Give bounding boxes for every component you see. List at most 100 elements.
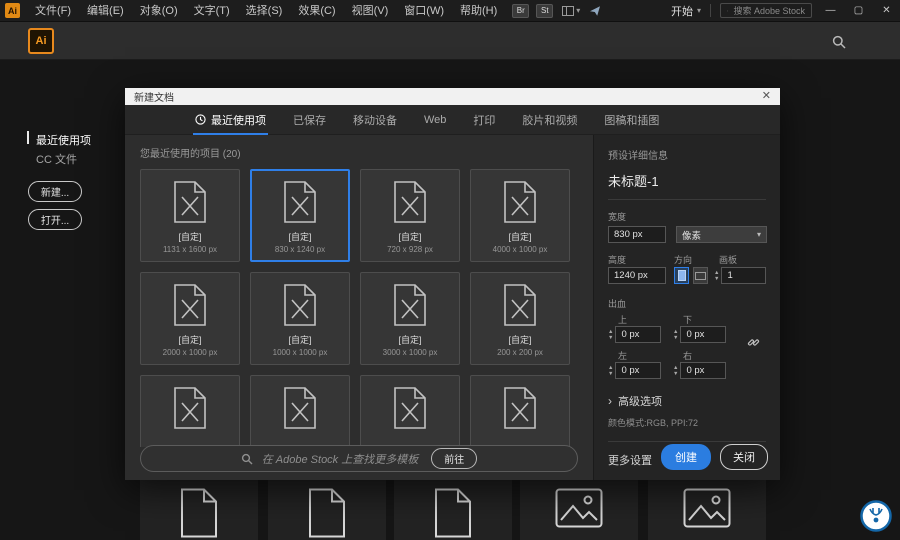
orientation-landscape-button[interactable] [693,267,708,284]
template-doc-icon [174,181,206,223]
template-card-partial[interactable] [140,375,240,447]
bleed-right-stepper[interactable]: ▲ ▼ [673,365,678,377]
new-document-dialog: 新建文档 ✕ 最近使用项 已保存 移动设备 Web 打印 胶片和视频 图稿和插图… [125,88,780,480]
artboard-stepper[interactable]: ▲ ▼ [714,270,719,282]
template-card[interactable]: [自定] 720 x 928 px [360,169,460,262]
file-icon [309,488,345,538]
menu-object[interactable]: 对象(O) [132,0,186,22]
template-card[interactable]: [自定] 3000 x 1000 px [360,272,460,365]
menu-bar: Ai 文件(F) 编辑(E) 对象(O) 文字(T) 选择(S) 效果(C) 视… [0,0,900,22]
menu-help[interactable]: 帮助(H) [452,0,505,22]
image-icon [683,488,731,528]
active-nav-indicator [27,131,29,144]
dialog-close-icon[interactable]: ✕ [762,88,771,105]
recent-file-tile[interactable] [140,480,258,540]
template-card[interactable]: [自定] 200 x 200 px [470,272,570,365]
height-input[interactable]: 1240 px [608,267,666,284]
bleed-bottom-stepper[interactable]: ▲ ▼ [673,329,678,341]
bridge-badge[interactable]: Br [512,3,530,18]
workspace-switcher-icon[interactable]: ▾ [562,5,580,16]
image-icon [555,488,603,528]
recent-file-tile[interactable] [520,480,638,540]
tab-web[interactable]: Web [424,105,446,135]
height-label: 高度 [608,255,627,265]
template-card[interactable]: [自定] 2000 x 1000 px [140,272,240,365]
open-button[interactable]: 打开... [28,209,82,230]
menu-window[interactable]: 窗口(W) [396,0,452,22]
template-name: [自定] [178,335,202,345]
orientation-portrait-button[interactable] [674,267,689,284]
template-name: [自定] [288,335,312,345]
minimize-button[interactable]: — [821,0,840,22]
close-button[interactable]: ✕ [877,0,896,22]
menu-view[interactable]: 视图(V) [344,0,397,22]
sidebar-item-cc-files[interactable]: CC 文件 [36,151,77,167]
tab-art-illustration[interactable]: 图稿和插图 [604,105,659,135]
share-icon[interactable] [589,5,601,17]
sidebar-item-recent[interactable]: 最近使用项 [36,132,91,148]
stock-search-input[interactable]: 搜索 Adobe Stock [720,3,812,18]
app-bar: Ai [0,22,900,60]
bleed-left-input[interactable]: 0 px [615,362,662,379]
file-icon [181,488,217,538]
recent-file-tile[interactable] [648,480,766,540]
preset-panel: 预设详细信息 未标题-1 宽度 830 px 像素 ▾ 高度 方向 画板 124… [593,135,780,480]
create-button[interactable]: 创建 [661,444,711,470]
tab-print[interactable]: 打印 [473,105,495,135]
bleed-left-label: 左 [618,351,628,361]
appbar-search-icon[interactable] [832,35,846,54]
preset-heading: 预设详细信息 [608,151,668,162]
stock-badge[interactable]: St [536,3,554,18]
template-size: 3000 x 1000 px [382,348,438,357]
template-card[interactable]: [自定] 1000 x 1000 px [250,272,350,365]
advanced-options-toggle[interactable]: › 高级选项 [608,393,766,409]
template-card-partial[interactable] [250,375,350,447]
file-icon [435,488,471,538]
bleed-top-input[interactable]: 0 px [615,326,662,343]
bleed-right-input[interactable]: 0 px [680,362,727,379]
menu-edit[interactable]: 编辑(E) [79,0,132,22]
template-card[interactable]: [自定] 4000 x 1000 px [470,169,570,262]
menu-select[interactable]: 选择(S) [238,0,291,22]
recent-file-tile[interactable] [268,480,386,540]
template-card[interactable]: [自定] 1131 x 1600 px [140,169,240,262]
width-input[interactable]: 830 px [608,226,666,243]
menu-effect[interactable]: 效果(C) [290,0,343,22]
bleed-right-label: 右 [683,351,693,361]
tab-mobile[interactable]: 移动设备 [353,105,397,135]
unit-select[interactable]: 像素 ▾ [676,226,767,243]
recent-file-tile[interactable] [394,480,512,540]
template-size: 4000 x 1000 px [492,245,548,254]
menu-file[interactable]: 文件(F) [27,0,79,22]
bleed-bottom-input[interactable]: 0 px [680,326,727,343]
close-dialog-button[interactable]: 关闭 [720,444,768,470]
stock-search-bar[interactable]: 在 Adobe Stock 上查找更多模板 前往 [140,445,578,472]
template-card-selected[interactable]: [自定] 830 x 1240 px [250,169,350,262]
template-doc-icon [394,387,426,429]
maximize-button[interactable]: ▢ [849,0,868,22]
bleed-top-stepper[interactable]: ▲ ▼ [608,329,613,341]
template-size: 2000 x 1000 px [162,348,218,357]
template-card-partial[interactable] [360,375,460,447]
template-size: 1000 x 1000 px [272,348,328,357]
dialog-tab-bar: 最近使用项 已保存 移动设备 Web 打印 胶片和视频 图稿和插图 [125,105,780,135]
tab-film-video[interactable]: 胶片和视频 [522,105,577,135]
orientation-label: 方向 [674,255,693,265]
artboard-input[interactable]: 1 [721,267,767,284]
color-mode-info: 颜色模式:RGB, PPI:72 [608,418,699,428]
clock-icon [195,114,206,125]
stock-search-placeholder: 在 Adobe Stock 上查找更多模板 [261,453,419,466]
new-button[interactable]: 新建... [28,181,82,202]
template-grid: [自定] 1131 x 1600 px [自定] 830 x 1240 px [… [140,169,593,447]
tab-saved[interactable]: 已保存 [293,105,326,135]
template-card-partial[interactable] [470,375,570,447]
bleed-left-stepper[interactable]: ▲ ▼ [608,365,613,377]
go-button[interactable]: 前往 [431,448,478,469]
document-name-input[interactable]: 未标题-1 [608,171,766,200]
bleed-top-label: 上 [618,315,628,325]
menu-type[interactable]: 文字(T) [186,0,238,22]
app-icon-large: Ai [28,28,54,54]
start-dropdown[interactable]: 开始 ▾ [671,3,701,19]
tab-recent[interactable]: 最近使用项 [193,105,268,135]
template-name: [自定] [288,232,312,242]
